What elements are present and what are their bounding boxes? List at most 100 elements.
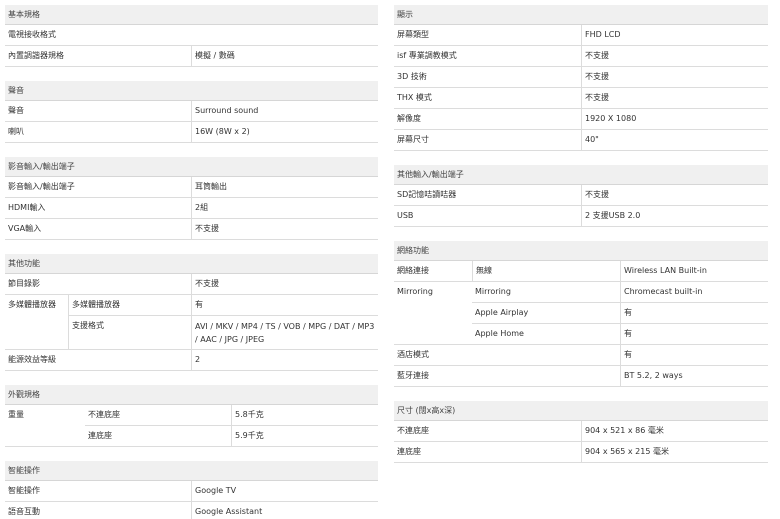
spec-row: 影音輸入/輸出端子 耳筒輸出 xyxy=(5,177,378,198)
spec-label: 解像度 xyxy=(397,114,421,123)
spec-row: 多媒體播放器 有 xyxy=(69,295,378,316)
spec-label: 網絡連接 xyxy=(397,266,429,275)
spec-label: HDMI輸入 xyxy=(8,203,46,212)
spec-value: AVI / MKV / MP4 / TS / VOB / MPG / DAT /… xyxy=(191,316,378,349)
spec-row: 內置調諧器規格 模擬 / 數碼 xyxy=(5,46,378,67)
spec-value: 1920 X 1080 xyxy=(581,109,768,129)
spec-value: Wireless LAN Built-in xyxy=(620,261,768,281)
section-header: 影音輸入/輸出端子 xyxy=(5,157,378,177)
spec-label: 電視接收格式 xyxy=(8,30,56,39)
spec-sublabel: 不連底座 xyxy=(88,410,120,419)
spec-value: 有 xyxy=(620,303,768,323)
spec-label: 3D 技術 xyxy=(397,72,427,81)
spec-row: 節目錄影 不支援 xyxy=(5,274,378,295)
other-features-section: 其他功能 節目錄影 不支援 多媒體播放器 多媒體播放器 有 支援格式 AVI /… xyxy=(5,254,378,371)
spec-label: 不連底座 xyxy=(397,426,429,435)
spec-value: 有 xyxy=(191,295,378,315)
spec-value: Google TV xyxy=(191,481,378,501)
spec-label: 屏幕類型 xyxy=(397,30,429,39)
dimensions-section: 尺寸 (闊x高x深) 不連底座 904 x 521 x 86 毫米 連底座 90… xyxy=(394,401,768,463)
spec-value: 不支援 xyxy=(581,88,768,108)
spec-row: 3D 技術 不支援 xyxy=(394,67,768,88)
other-io-section: 其他輸入/輸出端子 SD記憶咭讀咭器 不支援 USB 2 支援USB 2.0 xyxy=(394,165,768,227)
right-spec-column: 顯示 屏幕類型 FHD LCD isf 專業調教模式 不支援 3D 技術 不支援… xyxy=(394,5,768,477)
spec-row: 連底座 5.9千克 xyxy=(85,426,378,446)
spec-row: VGA輸入 不支援 xyxy=(5,219,378,240)
spec-row: Apple Home 有 xyxy=(472,324,768,344)
spec-label: SD記憶咭讀咭器 xyxy=(397,190,457,199)
spec-value: 不支援 xyxy=(581,67,768,87)
spec-value: 不支援 xyxy=(191,219,378,239)
section-header: 外觀規格 xyxy=(5,385,378,405)
section-header: 顯示 xyxy=(394,5,768,25)
section-header: 智能操作 xyxy=(5,461,378,481)
spec-row: 屏幕尺寸 40" xyxy=(394,130,768,151)
spec-label: 語音互動 xyxy=(8,507,40,516)
spec-value: 904 x 565 x 215 毫米 xyxy=(581,442,768,462)
spec-label: 影音輸入/輸出端子 xyxy=(8,182,75,191)
spec-row: 電視接收格式 xyxy=(5,25,378,46)
spec-row: 藍牙連接 BT 5.2, 2 ways xyxy=(394,366,768,387)
spec-row: 不連底座 904 x 521 x 86 毫米 xyxy=(394,421,768,442)
network-section: 網絡功能 網絡連接 無線 Wireless LAN Built-in Mirro… xyxy=(394,241,768,387)
media-player-group: 多媒體播放器 多媒體播放器 有 支援格式 AVI / MKV / MP4 / T… xyxy=(5,295,378,350)
spec-label: 重量 xyxy=(8,410,24,419)
spec-value: 不支援 xyxy=(581,46,768,66)
spec-row: 酒店模式 有 xyxy=(394,345,768,366)
spec-label: 節目錄影 xyxy=(8,279,40,288)
spec-row: 能源效益等級 2 xyxy=(5,350,378,371)
spec-row: USB 2 支援USB 2.0 xyxy=(394,206,768,227)
spec-row: 解像度 1920 X 1080 xyxy=(394,109,768,130)
spec-label: 酒店模式 xyxy=(397,350,429,359)
spec-label: THX 模式 xyxy=(397,93,432,102)
spec-label: Mirroring xyxy=(397,287,433,296)
section-header: 網絡功能 xyxy=(394,241,768,261)
spec-label: USB xyxy=(397,211,414,220)
spec-row: isf 專業調教模式 不支援 xyxy=(394,46,768,67)
mirroring-group: Mirroring Mirroring Chromecast built-in … xyxy=(394,282,768,345)
smart-section: 智能操作 智能操作 Google TV 語音互動 Google Assistan… xyxy=(5,461,378,519)
spec-label: 能源效益等級 xyxy=(8,355,56,364)
spec-value: 不支援 xyxy=(191,274,378,294)
spec-row: 智能操作 Google TV xyxy=(5,481,378,502)
spec-value: 有 xyxy=(620,345,768,365)
spec-sublabel: 無線 xyxy=(472,261,620,281)
spec-row: 網絡連接 無線 Wireless LAN Built-in xyxy=(394,261,768,282)
spec-row: HDMI輸入 2組 xyxy=(5,198,378,219)
spec-sublabel: Apple Airplay xyxy=(475,308,529,317)
spec-value: Chromecast built-in xyxy=(620,282,768,302)
section-header: 基本規格 xyxy=(5,5,378,25)
spec-value: BT 5.2, 2 ways xyxy=(620,366,768,386)
spec-label: 內置調諧器規格 xyxy=(8,51,64,60)
spec-sublabel: Mirroring xyxy=(475,287,511,296)
spec-label: 連底座 xyxy=(397,447,421,456)
spec-value: 有 xyxy=(620,324,768,344)
spec-value: 904 x 521 x 86 毫米 xyxy=(581,421,768,441)
spec-value: FHD LCD xyxy=(581,25,768,45)
spec-sublabel: 連底座 xyxy=(88,431,112,440)
spec-row: 聲音 Surround sound xyxy=(5,101,378,122)
spec-sublabel: Apple Home xyxy=(475,329,524,338)
spec-value: Google Assistant xyxy=(191,502,378,519)
display-section: 顯示 屏幕類型 FHD LCD isf 專業調教模式 不支援 3D 技術 不支援… xyxy=(394,5,768,151)
spec-label: 多媒體播放器 xyxy=(5,295,69,349)
spec-value: Surround sound xyxy=(191,101,378,121)
spec-value: 不支援 xyxy=(581,185,768,205)
spec-label: 喇叭 xyxy=(8,127,24,136)
spec-label: 藍牙連接 xyxy=(397,371,429,380)
section-header: 其他輸入/輸出端子 xyxy=(394,165,768,185)
spec-label: 智能操作 xyxy=(8,486,40,495)
spec-row: 支援格式 AVI / MKV / MP4 / TS / VOB / MPG / … xyxy=(69,316,378,349)
spec-value: 5.9千克 xyxy=(231,426,378,446)
spec-row: 語音互動 Google Assistant xyxy=(5,502,378,519)
spec-row: SD記憶咭讀咭器 不支援 xyxy=(394,185,768,206)
spec-value: 16W (8W x 2) xyxy=(191,122,378,142)
spec-value: 5.8千克 xyxy=(231,405,378,425)
section-header: 聲音 xyxy=(5,81,378,101)
left-spec-column: 基本規格 電視接收格式 內置調諧器規格 模擬 / 數碼 聲音 聲音 Surrou… xyxy=(5,5,378,519)
spec-row: 不連底座 5.8千克 xyxy=(85,405,378,426)
spec-label: 屏幕尺寸 xyxy=(397,135,429,144)
spec-label: VGA輸入 xyxy=(8,224,42,233)
spec-sublabel: 多媒體播放器 xyxy=(72,300,120,309)
spec-row: 喇叭 16W (8W x 2) xyxy=(5,122,378,143)
